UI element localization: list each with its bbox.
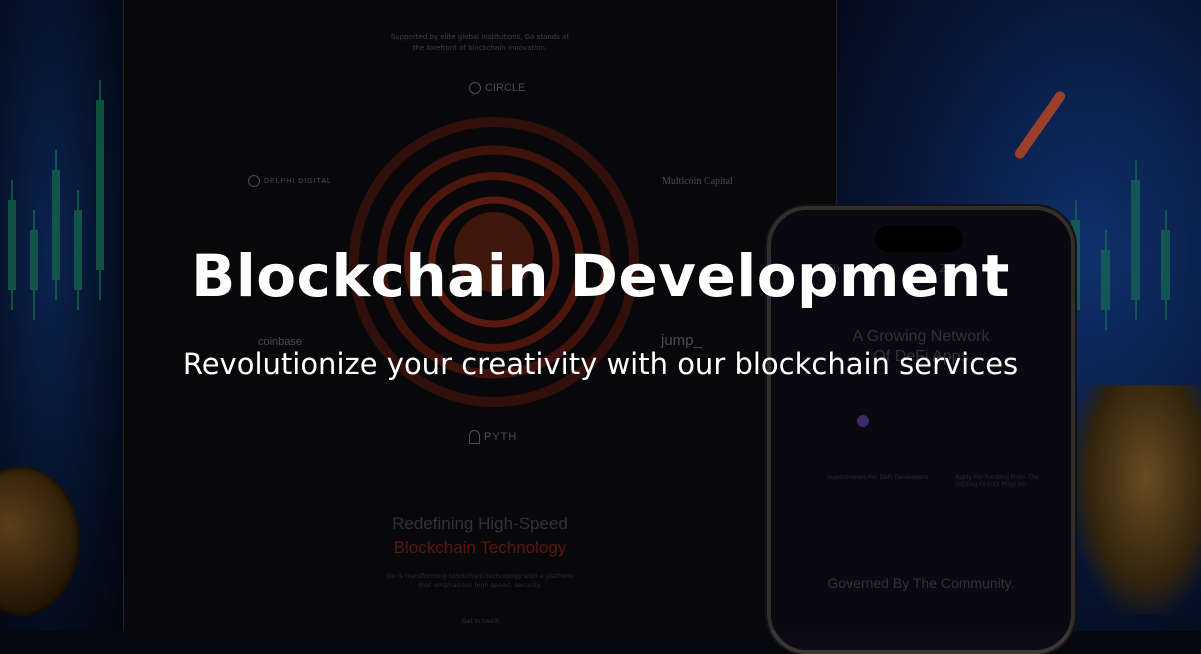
hero-title: Blockchain Development: [191, 242, 1010, 310]
hero-subtitle: Revolutionize your creativity with our b…: [182, 347, 1019, 381]
